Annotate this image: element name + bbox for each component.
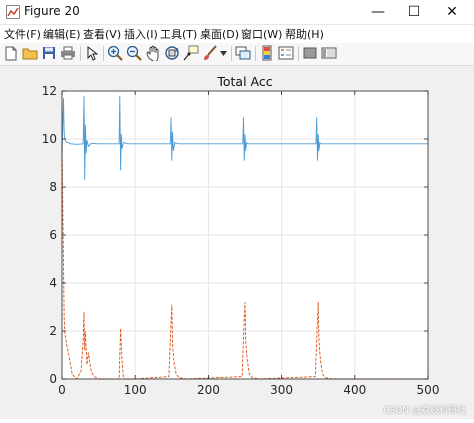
- figure-toolbar: [0, 43, 474, 66]
- menu-tools[interactable]: 工具(T): [160, 26, 197, 42]
- toolbar-separator: [298, 46, 299, 61]
- show-plot-tools-icon[interactable]: [321, 45, 337, 61]
- watermark-text: CSDN @荔枝科研社: [383, 406, 466, 416]
- menu-desktop[interactable]: 桌面(D): [200, 26, 239, 42]
- figure-canvas: 0 100 200 300 400 500 0 2 4 6 8 10 12 Total Acc CSDN …: [0, 66, 474, 419]
- new-figure-icon[interactable]: [3, 45, 19, 61]
- close-button[interactable]: ✕: [436, 0, 468, 24]
- save-icon[interactable]: [41, 45, 57, 61]
- zoom-out-icon[interactable]: [126, 45, 142, 61]
- x-tick-label: 200: [197, 383, 220, 397]
- x-tick-label: 0: [58, 383, 66, 397]
- toolbar-separator: [80, 46, 81, 61]
- rotate-3d-icon[interactable]: [164, 45, 180, 61]
- brush-icon[interactable]: [202, 45, 218, 61]
- chart-title: Total Acc: [216, 74, 272, 89]
- open-file-icon[interactable]: [22, 45, 38, 61]
- hide-plot-tools-icon[interactable]: [302, 45, 318, 61]
- x-tick-label: 300: [270, 383, 293, 397]
- x-tick-label: 100: [124, 383, 147, 397]
- y-tick-label: 6: [49, 228, 57, 242]
- menu-insert[interactable]: 插入(I): [124, 26, 158, 42]
- menu-help[interactable]: 帮助(H): [285, 26, 324, 42]
- matlab-figure-icon: [6, 5, 20, 19]
- maximize-icon: ☐: [407, 4, 421, 20]
- title-bar: Figure 20 — ☐ ✕: [0, 0, 474, 25]
- y-tick-label: 2: [49, 324, 57, 338]
- minimize-button[interactable]: —: [362, 0, 394, 24]
- menu-edit[interactable]: 编辑(E): [43, 26, 81, 42]
- window-title: Figure 20: [24, 4, 80, 18]
- brush-dropdown-icon[interactable]: [219, 45, 228, 61]
- link-plot-icon[interactable]: [235, 45, 251, 61]
- pan-hand-icon[interactable]: [145, 45, 161, 61]
- x-tick-label: 400: [343, 383, 366, 397]
- y-tick-label: 8: [49, 180, 57, 194]
- maximize-button[interactable]: ☐: [398, 0, 430, 24]
- y-tick-label: 4: [49, 276, 57, 290]
- y-tick-label: 10: [42, 132, 57, 146]
- toolbar-separator: [255, 46, 256, 61]
- figure-window: Figure 20 — ☐ ✕ 文件(F) 编辑(E) 查看(V) 插入(I) …: [0, 0, 474, 419]
- x-tick-label: 500: [417, 383, 440, 397]
- insert-legend-icon[interactable]: [278, 45, 294, 61]
- data-cursor-icon[interactable]: [183, 45, 199, 61]
- toolbar-separator: [103, 46, 104, 61]
- menu-view[interactable]: 查看(V): [83, 26, 121, 42]
- menu-bar: 文件(F) 编辑(E) 查看(V) 插入(I) 工具(T) 桌面(D) 窗口(W…: [0, 25, 474, 43]
- insert-colorbar-icon[interactable]: [259, 45, 275, 61]
- toolbar-separator: [231, 46, 232, 61]
- minimize-icon: —: [371, 4, 385, 20]
- edit-plot-arrow-icon[interactable]: [84, 45, 100, 61]
- total-acc-axes[interactable]: 0 100 200 300 400 500 0 2 4 6 8 10 12 Total Acc: [0, 66, 474, 419]
- y-tick-label: 12: [42, 84, 57, 98]
- zoom-in-icon[interactable]: [107, 45, 123, 61]
- menu-window[interactable]: 窗口(W): [241, 26, 282, 42]
- menu-file[interactable]: 文件(F): [4, 26, 41, 42]
- print-icon[interactable]: [60, 45, 76, 61]
- y-tick-label: 0: [49, 372, 57, 386]
- close-icon: ✕: [446, 4, 458, 20]
